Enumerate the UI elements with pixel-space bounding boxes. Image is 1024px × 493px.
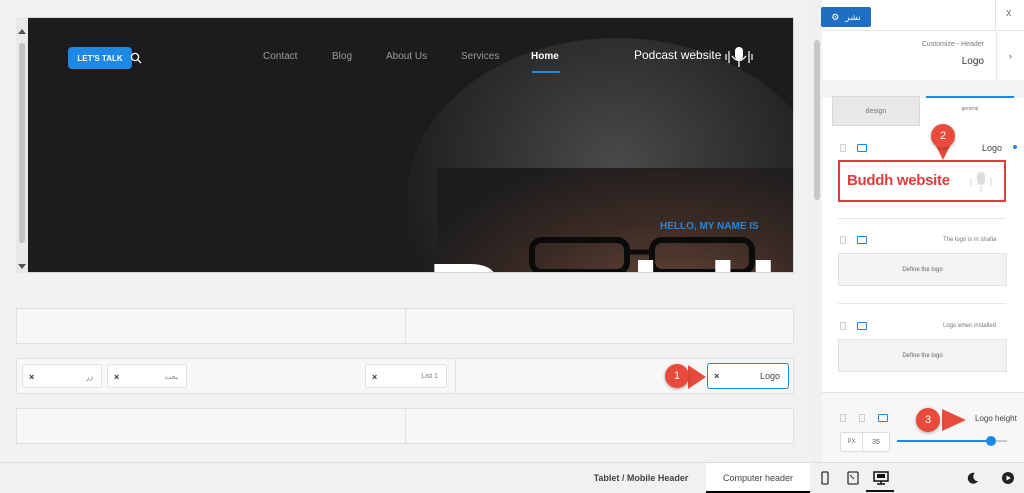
close-icon[interactable]: X [1006,9,1011,18]
site-brand[interactable]: Podcast website [634,48,721,62]
builder-row-top[interactable] [16,308,794,344]
panel-divider [995,0,996,30]
microphone-icon [725,47,753,67]
monitor-icon[interactable] [878,414,888,422]
panel-scroll-thumb[interactable] [814,40,820,200]
back-chevron-icon[interactable]: › [996,32,1024,80]
monitor-icon[interactable] [857,236,867,244]
microphone-icon [970,172,992,192]
height-slider-track[interactable] [897,436,1007,446]
row-divider [455,359,456,393]
mobile-device-icon[interactable] [819,471,831,485]
logo-preview-text: Buddh website [847,172,950,189]
row-divider [405,409,406,443]
field-checkbox[interactable] [859,414,865,422]
tab-tablet-mobile-header[interactable]: Tablet / Mobile Header [576,463,706,493]
monitor-icon[interactable] [857,322,867,330]
define-logo-button[interactable]: Define the logo [838,339,1007,372]
chip-logo[interactable]: × Logo [707,363,789,389]
panel-title: Logo [961,56,984,67]
height-slider-thumb[interactable] [985,436,996,446]
remove-icon[interactable]: × [372,372,377,382]
scroll-up-icon[interactable] [18,29,26,34]
panel-scrollbar[interactable] [812,0,822,462]
annotation-badge-2: 2 [931,124,955,148]
nav-active-underline [532,71,560,73]
shafia-logo-label: The logo is in shafia [943,237,997,243]
chip-button[interactable]: × زر [22,364,102,388]
field-checkbox[interactable] [840,144,846,152]
builder-row-bottom[interactable] [16,408,794,444]
nav-home[interactable]: Home [531,51,559,62]
dark-mode-icon[interactable] [966,471,980,485]
panel-separator [822,30,1024,31]
hero-hello-text: HELLO, MY NAME IS [660,221,759,232]
nav-services[interactable]: Services [461,51,499,62]
bottom-bar: Tablet / Mobile Header Computer header [0,462,1024,493]
search-icon[interactable] [130,52,142,64]
unit-label[interactable]: PX [841,433,863,451]
preview-scrollbar[interactable] [16,17,28,273]
annotation-badge-3: 3 [916,408,940,432]
logo-preview-box[interactable]: Buddh website [838,160,1006,202]
height-value[interactable]: 35 [863,433,889,451]
panel-header: Customize - Header Logo › [822,32,1024,80]
lets-talk-button[interactable]: LET'S TALK [68,47,132,69]
logo-field-label: Logo [982,143,1003,153]
scroll-down-icon[interactable] [18,264,26,269]
publish-button[interactable]: ⚙ نشر [821,7,871,27]
installed-logo-label: Logo when installed [943,323,997,329]
remove-icon[interactable]: × [114,372,119,382]
field-separator [838,218,1006,219]
tab-computer-header[interactable]: Computer header [706,463,810,493]
field-checkbox[interactable] [840,414,846,422]
annotation-badge-1: 1 [665,364,689,388]
height-input[interactable]: PX 35 [840,432,890,452]
field-separator [838,303,1006,304]
nav-about-us[interactable]: About Us [386,51,427,62]
monitor-icon[interactable] [857,144,867,152]
tab-general[interactable]: general [926,96,1014,126]
desktop-device-icon[interactable] [873,471,889,485]
define-logo-button[interactable]: Define the logo [838,253,1007,286]
site-preview: Buddh LET'S TALK Contact Blog About Us S… [16,17,794,273]
nav-contact[interactable]: Contact [263,51,297,62]
tab-design[interactable]: design [832,96,920,126]
breadcrumb[interactable]: Customize - Header [922,41,984,48]
remove-icon[interactable]: × [714,371,719,381]
tablet-device-icon[interactable] [846,471,860,485]
nav-blog[interactable]: Blog [332,51,352,62]
field-checkbox[interactable] [840,236,846,244]
active-dot [1013,145,1017,149]
play-preview-icon[interactable] [1001,471,1015,485]
hero-headline: Buddh [427,248,793,273]
chip-search[interactable]: × بحث [107,364,187,388]
remove-icon[interactable]: × [29,372,34,382]
row-divider [405,309,406,343]
chip-list[interactable]: × List 1 [365,364,447,388]
logo-height-label: Logo height [975,414,1017,423]
height-slider-fill [897,440,991,442]
gear-icon: ⚙ [831,11,840,22]
field-checkbox[interactable] [840,322,846,330]
scroll-thumb[interactable] [19,43,25,243]
